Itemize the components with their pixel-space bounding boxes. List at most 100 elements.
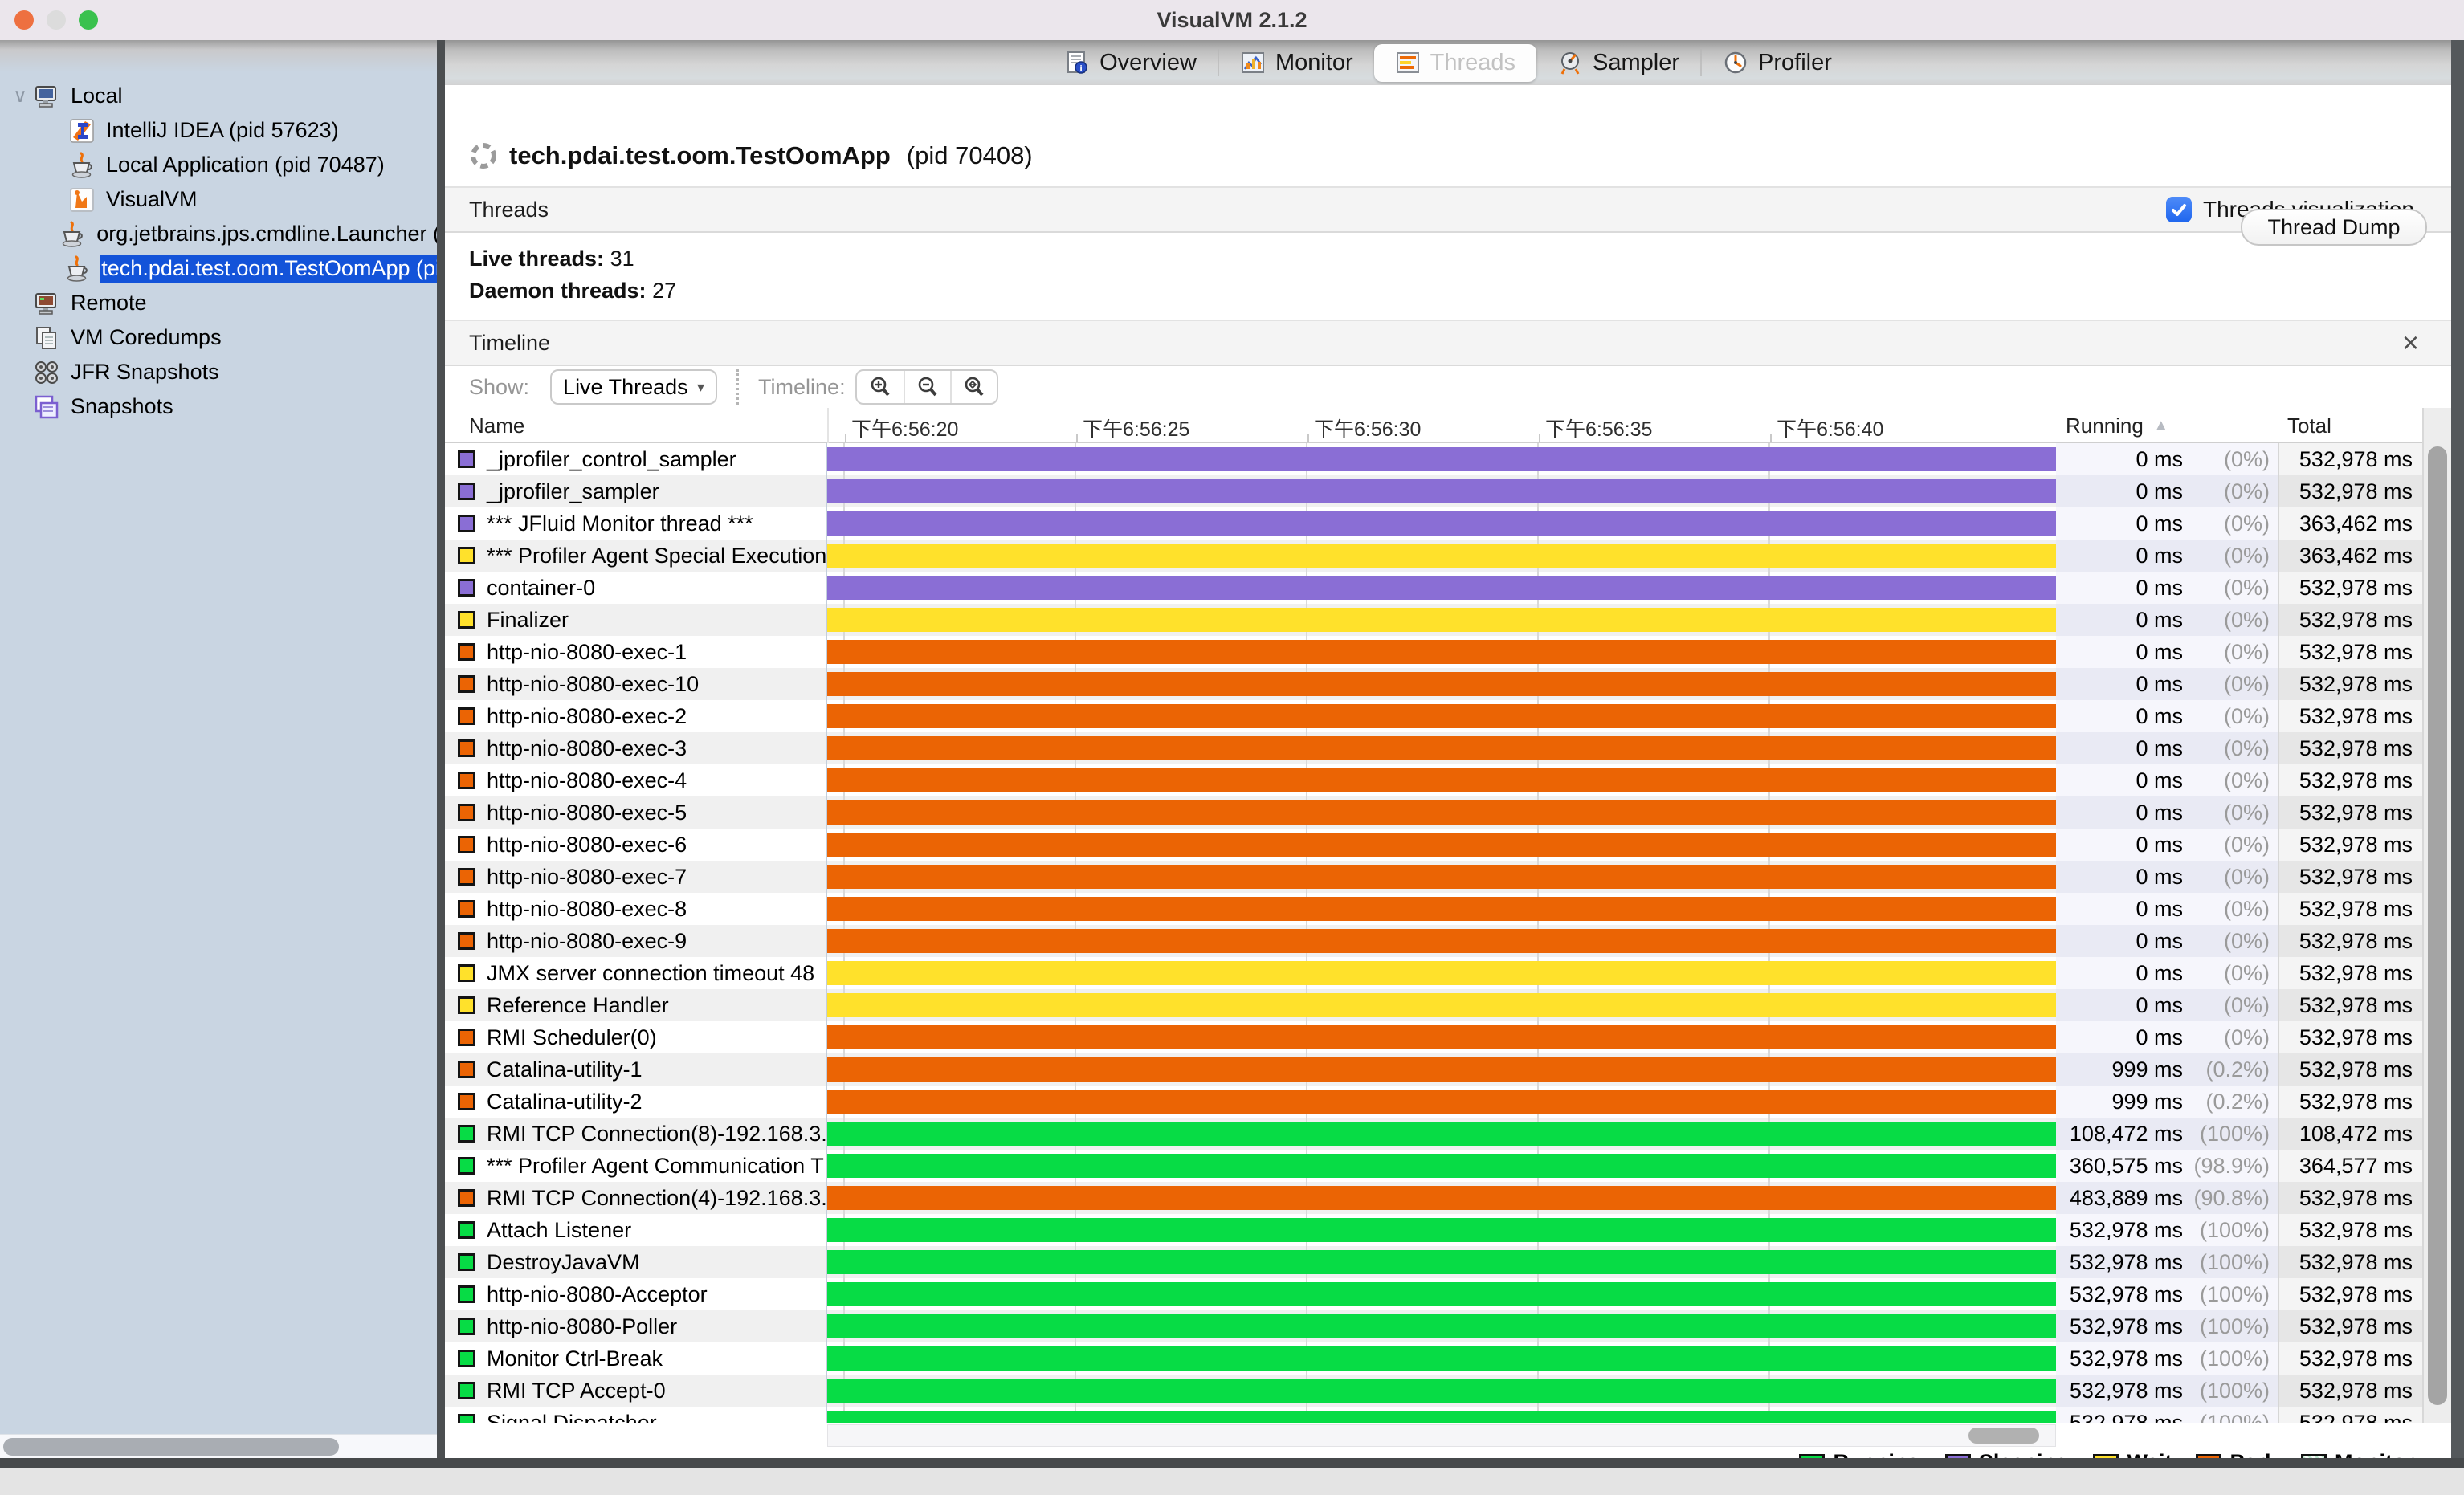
sidebar-item-vm-coredumps[interactable]: VM Coredumps	[0, 320, 445, 355]
table-row[interactable]: DestroyJavaVM532,978 ms(100%)532,978 ms	[445, 1246, 2451, 1278]
running-value: 483,889 ms	[2056, 1186, 2183, 1211]
thread-state-bar	[827, 640, 2056, 664]
sidebar-item-jfr-snapshots[interactable]: JFR Snapshots	[0, 355, 445, 389]
timeline-cell	[827, 1407, 2056, 1423]
total-value: 108,472 ms	[2278, 1118, 2422, 1150]
legend-item-sleeping: Sleeping	[1945, 1450, 2070, 1458]
table-row[interactable]: http-nio-8080-exec-90 ms(0%)532,978 ms	[445, 925, 2451, 957]
thread-state-bar	[827, 865, 2056, 889]
header-divider	[827, 408, 829, 443]
chevron-expanded-icon[interactable]: ∨	[8, 84, 32, 108]
page-title-pid: (pid 70408)	[907, 141, 1033, 170]
tab-sampler[interactable]: Sampler	[1536, 44, 1700, 82]
table-row[interactable]: http-nio-8080-exec-70 ms(0%)532,978 ms	[445, 861, 2451, 893]
table-row[interactable]: Monitor Ctrl-Break532,978 ms(100%)532,97…	[445, 1342, 2451, 1375]
sidebar-item-intellij-idea-pid-57623[interactable]: IntelliJ IDEA (pid 57623)	[0, 113, 445, 148]
thread-state-icon	[458, 1093, 475, 1110]
thread-name-cell: http-nio-8080-exec-7	[445, 861, 827, 893]
tab-profiler[interactable]: Profiler	[1702, 44, 1853, 82]
table-row[interactable]: http-nio-8080-exec-80 ms(0%)532,978 ms	[445, 893, 2451, 925]
threads-visualization-checkbox[interactable]	[2166, 197, 2192, 222]
timeline-cell	[827, 861, 2056, 893]
running-value: 0 ms	[2056, 608, 2183, 633]
zoom-out-button[interactable]	[904, 371, 950, 403]
thread-name: http-nio-8080-exec-7	[487, 865, 687, 890]
table-row[interactable]: Catalina-utility-1999 ms(0.2%)532,978 ms	[445, 1053, 2451, 1086]
table-row[interactable]: Attach Listener532,978 ms(100%)532,978 m…	[445, 1214, 2451, 1246]
sidebar-divider[interactable]	[437, 40, 445, 1458]
column-header-running[interactable]: Running ▲	[2066, 413, 2169, 438]
table-row[interactable]: RMI TCP Connection(4)-192.168.3.483,889 …	[445, 1182, 2451, 1214]
thread-dump-button[interactable]: Thread Dump	[2241, 209, 2427, 246]
table-vscrollbar-thumb[interactable]	[2428, 446, 2447, 1405]
legend-label: Wait	[2127, 1450, 2172, 1458]
visualvm-window: VisualVM 2.1.2 ∨LocalIntelliJ IDEA (pid …	[0, 0, 2464, 1495]
table-row[interactable]: http-nio-8080-exec-50 ms(0%)532,978 ms	[445, 796, 2451, 829]
table-row[interactable]: http-nio-8080-Acceptor532,978 ms(100%)53…	[445, 1278, 2451, 1310]
table-row[interactable]: RMI Scheduler(0)0 ms(0%)532,978 ms	[445, 1021, 2451, 1053]
running-percent: (0%)	[2183, 1025, 2278, 1050]
thread-state-bar	[827, 1250, 2056, 1274]
running-value: 0 ms	[2056, 800, 2183, 825]
table-row[interactable]: RMI TCP Accept-0532,978 ms(100%)532,978 …	[445, 1375, 2451, 1407]
sidebar-item-tech-pdai-test-oom-testoomapp-pi[interactable]: tech.pdai.test.oom.TestOomApp (pi	[0, 251, 445, 286]
sidebar-hscrollbar-thumb[interactable]	[3, 1438, 339, 1456]
table-row[interactable]: RMI TCP Connection(8)-192.168.3.108,472 …	[445, 1118, 2451, 1150]
table-row[interactable]: Reference Handler0 ms(0%)532,978 ms	[445, 989, 2451, 1021]
table-row[interactable]: Signal Dispatcher532,978 ms(100%)532,978…	[445, 1407, 2451, 1423]
table-row[interactable]: *** Profiler Agent Communication T360,57…	[445, 1150, 2451, 1182]
thread-state-icon	[458, 579, 475, 597]
daemon-threads-line: Daemon threads: 27	[469, 275, 676, 307]
table-row[interactable]: *** JFluid Monitor thread ***0 ms(0%)363…	[445, 507, 2451, 540]
table-row[interactable]: _jprofiler_sampler0 ms(0%)532,978 ms	[445, 475, 2451, 507]
sidebar-item-visualvm[interactable]: VisualVM	[0, 182, 445, 217]
running-percent: (98.9%)	[2183, 1154, 2278, 1179]
table-row[interactable]: http-nio-8080-Poller532,978 ms(100%)532,…	[445, 1310, 2451, 1342]
sort-ascending-icon: ▲	[2153, 417, 2169, 435]
sidebar-top-gradient	[0, 40, 445, 72]
timeline-cell	[827, 1118, 2056, 1150]
tab-overview[interactable]: iOverview	[1043, 44, 1218, 82]
table-row[interactable]: http-nio-8080-exec-10 ms(0%)532,978 ms	[445, 636, 2451, 668]
table-row[interactable]: JMX server connection timeout 480 ms(0%)…	[445, 957, 2451, 989]
live-threads-value: 31	[610, 246, 634, 271]
show-dropdown[interactable]: Live Threads ▾	[550, 369, 717, 405]
sidebar-item-snapshots[interactable]: Snapshots	[0, 389, 445, 424]
zoom-fit-button[interactable]	[950, 371, 997, 403]
timeline-zoom-controls	[855, 369, 998, 405]
table-row[interactable]: http-nio-8080-exec-30 ms(0%)532,978 ms	[445, 732, 2451, 764]
running-cell: 483,889 ms(90.8%)	[2056, 1182, 2278, 1214]
thread-state-bar	[827, 897, 2056, 921]
sidebar-item-remote[interactable]: Remote	[0, 286, 445, 320]
thread-state-icon	[458, 547, 475, 564]
sidebar-item-local[interactable]: ∨Local	[0, 79, 445, 113]
timeline-close-icon[interactable]: ×	[2402, 328, 2419, 357]
thread-name-cell: http-nio-8080-exec-2	[445, 700, 827, 732]
table-row[interactable]: Catalina-utility-2999 ms(0.2%)532,978 ms	[445, 1086, 2451, 1118]
thread-name-cell: http-nio-8080-Acceptor	[445, 1278, 827, 1310]
legend-label: Park	[2229, 1450, 2277, 1458]
timeline-hscrollbar-thumb[interactable]	[1968, 1428, 2039, 1444]
table-row[interactable]: _jprofiler_control_sampler0 ms(0%)532,97…	[445, 443, 2451, 475]
tab-monitor[interactable]: Monitor	[1219, 44, 1374, 82]
column-header-name[interactable]: Name	[469, 413, 524, 438]
table-row[interactable]: http-nio-8080-exec-20 ms(0%)532,978 ms	[445, 700, 2451, 732]
total-value: 532,978 ms	[2278, 893, 2422, 925]
timeline-cell	[827, 668, 2056, 700]
table-row[interactable]: http-nio-8080-exec-40 ms(0%)532,978 ms	[445, 764, 2451, 796]
table-row[interactable]: Finalizer0 ms(0%)532,978 ms	[445, 604, 2451, 636]
tab-threads[interactable]: Threads	[1374, 44, 1536, 82]
table-row[interactable]: container-00 ms(0%)532,978 ms	[445, 572, 2451, 604]
thread-name: *** JFluid Monitor thread ***	[487, 511, 753, 536]
zoom-in-button[interactable]	[857, 371, 904, 403]
column-header-total[interactable]: Total	[2287, 413, 2331, 438]
timeline-tick	[1307, 434, 1309, 442]
sidebar-item-org-jetbrains-jps-cmdline-launcher[interactable]: org.jetbrains.jps.cmdline.Launcher (	[0, 217, 445, 251]
thread-state-icon	[458, 1285, 475, 1303]
table-row[interactable]: http-nio-8080-exec-100 ms(0%)532,978 ms	[445, 668, 2451, 700]
table-row[interactable]: *** Profiler Agent Special Execution0 ms…	[445, 540, 2451, 572]
sidebar-item-local-application-pid-70487[interactable]: Local Application (pid 70487)	[0, 148, 445, 182]
table-row[interactable]: http-nio-8080-exec-60 ms(0%)532,978 ms	[445, 829, 2451, 861]
timeline-cell	[827, 1214, 2056, 1246]
total-value: 532,978 ms	[2278, 700, 2422, 732]
